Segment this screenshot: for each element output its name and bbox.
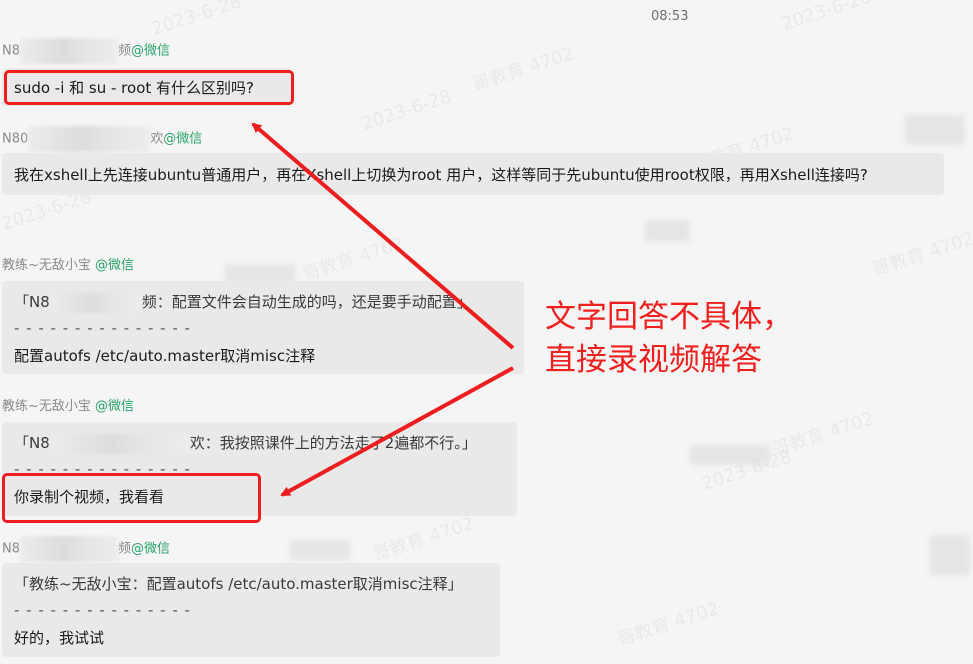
annotation-text-line1: 文字回答不具体， [545, 299, 793, 335]
arrow-to-reply [280, 366, 514, 497]
annotation-arrows [251, 122, 515, 497]
arrow-to-question [251, 122, 515, 350]
annotation-text-line2: 直接录视频解答 [545, 342, 762, 378]
